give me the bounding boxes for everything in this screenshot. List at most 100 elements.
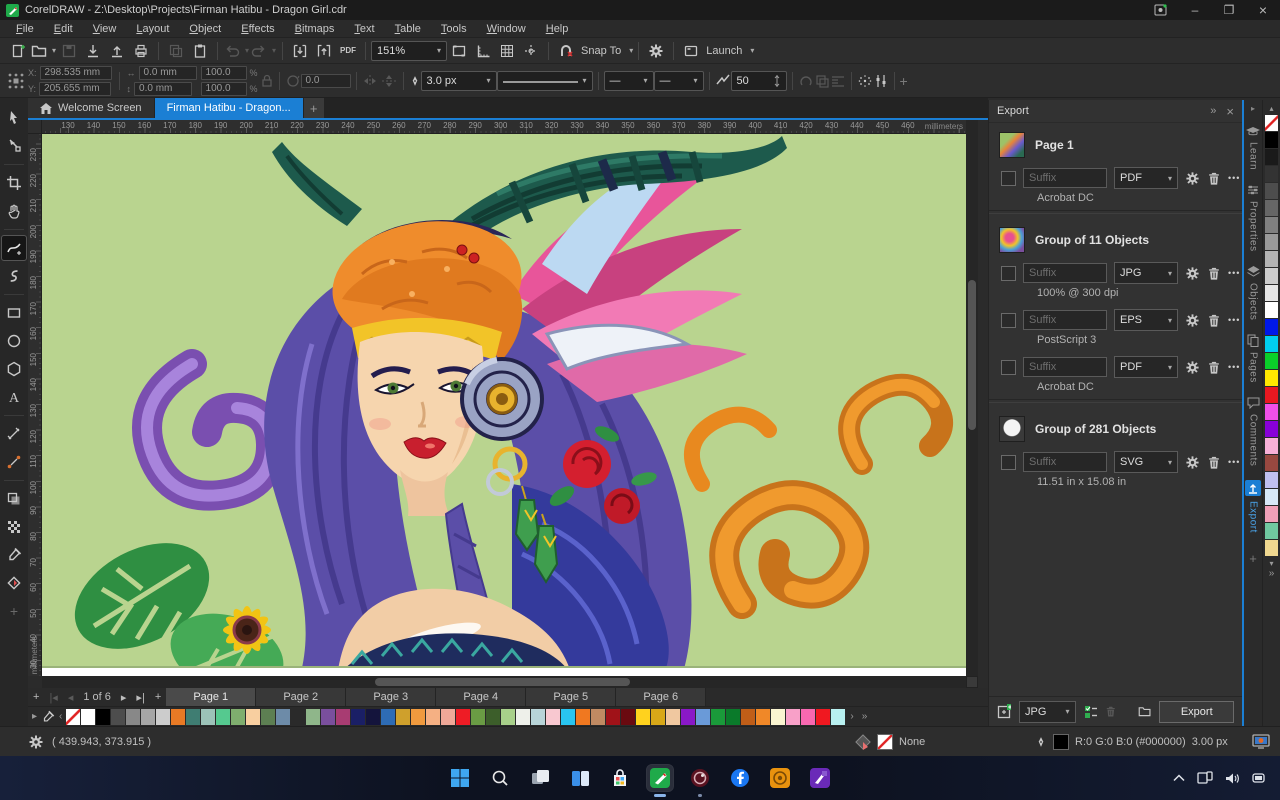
rectangle-tool[interactable] [2,301,26,325]
color-swatch[interactable] [486,708,501,725]
ruler-origin-corner[interactable] [28,120,42,134]
docker-tab-learn[interactable]: Learn [1246,127,1260,170]
color-swatch[interactable] [1265,285,1278,301]
color-swatch[interactable] [501,708,516,725]
delete-export-icon[interactable] [1207,455,1221,470]
add-docker-button[interactable]: + [1249,551,1257,566]
tab-active-document[interactable]: Firman Hatibu - Dragon... [154,98,303,118]
menu-file[interactable]: File [6,23,44,35]
outline-swatch-black[interactable] [1053,733,1069,750]
color-swatch[interactable] [1265,251,1278,267]
color-swatch[interactable] [591,708,606,725]
color-swatch[interactable] [216,708,231,725]
export-row-checkbox[interactable] [1001,454,1016,470]
export-row-checkbox[interactable] [1001,312,1016,328]
color-swatch[interactable] [1265,115,1278,131]
color-swatch[interactable] [1265,336,1278,352]
save-button[interactable] [58,40,80,62]
docker-tab-comments[interactable]: Comments [1247,397,1260,466]
delete-export-icon[interactable] [1207,171,1221,186]
page-tab-3[interactable]: Page 3 [346,688,437,706]
redo-button[interactable]: ▾ [251,40,276,62]
delete-export-icon[interactable] [1207,266,1221,281]
launch-icon[interactable] [680,40,702,62]
status-gear-icon[interactable] [28,734,44,750]
import-dialog-button[interactable] [289,40,311,62]
docker-flyout-arrow[interactable]: ▸ [1251,104,1255,113]
color-swatch[interactable] [666,708,681,725]
undo-button[interactable]: ▾ [224,40,249,62]
artistic-media-tool[interactable] [2,264,26,288]
snap-to-dropdown[interactable]: Snap To [581,45,621,57]
add-tool-button[interactable]: + [2,599,26,623]
color-swatch[interactable] [561,708,576,725]
scale-x-field[interactable]: 100.0 [200,65,247,80]
microsoft-store-button[interactable] [607,765,633,791]
drawing-canvas[interactable] [42,134,966,676]
menu-tools[interactable]: Tools [431,23,477,35]
color-swatch[interactable] [606,708,621,725]
color-swatch[interactable] [426,708,441,725]
tray-chevron-icon[interactable] [1173,774,1185,782]
color-swatch[interactable] [231,708,246,725]
default-format-select[interactable]: JPG ▾ [1019,700,1076,723]
color-swatch[interactable] [1265,166,1278,182]
palette-scroll-up[interactable]: ▴ [1265,104,1277,113]
color-swatch[interactable] [381,708,396,725]
color-swatch[interactable] [111,708,126,725]
color-swatch[interactable] [411,708,426,725]
tray-volume-icon[interactable] [1225,772,1240,785]
pick-tool[interactable] [2,106,26,130]
suffix-input[interactable] [1023,310,1107,330]
color-swatch[interactable] [681,708,696,725]
panel-close-button[interactable]: × [1226,104,1234,119]
palette-eyedropper-icon[interactable] [41,710,55,724]
add-page-button-left[interactable]: + [28,691,44,703]
copy-button[interactable] [165,40,187,62]
shape-tool[interactable] [2,134,26,158]
color-swatch[interactable] [1265,472,1278,488]
previous-page-button[interactable]: ◂ [63,691,79,704]
color-swatch[interactable] [1265,353,1278,369]
color-swatch[interactable] [291,708,306,725]
palette-flyout-arrow[interactable]: ▸ [28,711,41,722]
export-button[interactable] [106,40,128,62]
color-swatch[interactable] [726,708,741,725]
delete-export-icon[interactable] [1207,313,1221,328]
page-tab-4[interactable]: Page 4 [436,688,527,706]
page-tab-1[interactable]: Page 1 [166,688,257,706]
suffix-input[interactable] [1023,357,1107,377]
suffix-input[interactable] [1023,168,1107,188]
tab-welcome-screen[interactable]: Welcome Screen [28,98,154,118]
object-position-grid-icon[interactable] [6,71,26,91]
interactive-fill-tool[interactable] [2,571,26,595]
color-swatch[interactable] [1265,404,1278,420]
color-swatch[interactable] [771,708,786,725]
menu-edit[interactable]: Edit [44,23,83,35]
color-swatch[interactable] [741,708,756,725]
mirror-horizontal-icon[interactable] [362,73,380,89]
page-tab-6[interactable]: Page 6 [616,688,707,706]
menu-table[interactable]: Table [385,23,431,35]
suffix-input[interactable] [1023,452,1107,472]
color-swatch[interactable] [1265,387,1278,403]
color-swatch[interactable] [756,708,771,725]
corel-capture-taskbar-icon[interactable] [807,765,833,791]
color-swatch[interactable] [1265,234,1278,250]
print-button[interactable] [130,40,152,62]
paste-button[interactable] [189,40,211,62]
add-page-button[interactable]: + [150,691,166,703]
publish-pdf-button[interactable]: PDF [337,40,359,62]
color-swatch[interactable] [786,708,801,725]
docker-tab-objects[interactable]: Objects [1246,265,1260,320]
sliders-icon[interactable] [873,73,889,89]
more-options-button[interactable]: ••• [1228,268,1240,278]
palette-scroll-right[interactable]: › [846,711,857,722]
new-document-button[interactable] [7,40,29,62]
rotation-angle-field[interactable]: 0.0 [300,73,351,88]
menu-effects[interactable]: Effects [231,23,284,35]
format-select[interactable]: PDF ▾ [1114,167,1178,189]
more-options-button[interactable]: ••• [1228,457,1240,467]
color-swatch[interactable] [636,708,651,725]
polygon-tool[interactable] [2,357,26,381]
